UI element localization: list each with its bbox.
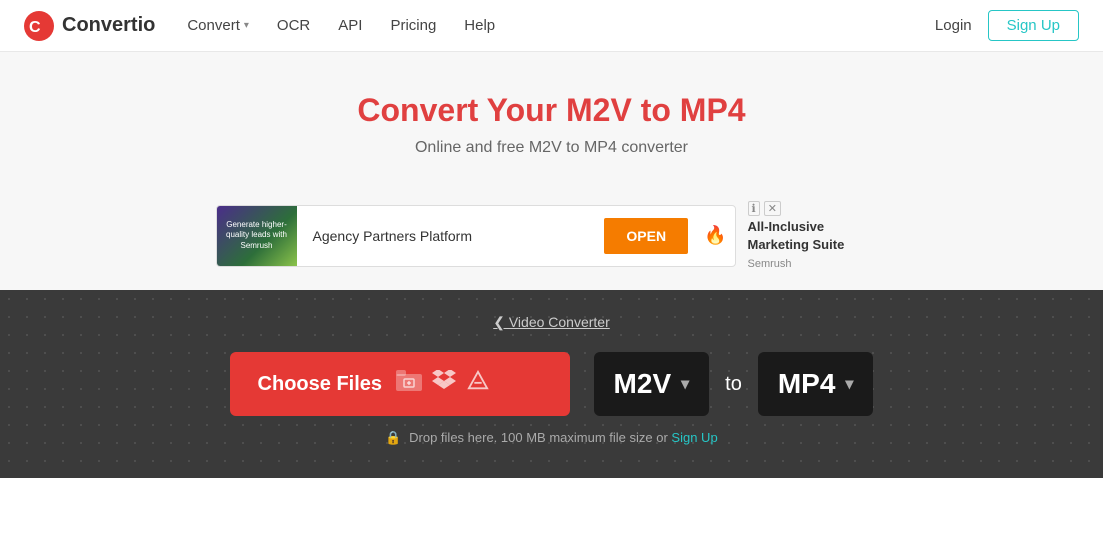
- ad-side-title: All-Inclusive Marketing Suite: [748, 218, 888, 254]
- video-converter-link[interactable]: ❮ Video Converter: [493, 314, 610, 330]
- ad-close-icon[interactable]: 🔥: [704, 225, 726, 246]
- header: C Convertio Convert ▾ OCR API Pricing He…: [0, 0, 1103, 52]
- nav-pricing[interactable]: Pricing: [390, 17, 436, 34]
- folder-icon: [396, 370, 422, 398]
- signup-hint-link[interactable]: Sign Up: [671, 430, 717, 445]
- converter-controls: Choose Files: [0, 352, 1103, 416]
- from-format-chevron-icon: ▾: [681, 374, 689, 394]
- login-button[interactable]: Login: [935, 17, 972, 34]
- dropbox-icon: [432, 370, 456, 398]
- breadcrumb: ❮ Video Converter: [0, 314, 1103, 332]
- ad-card: Generate higher-quality leads with Semru…: [216, 205, 736, 267]
- header-actions: Login Sign Up: [935, 10, 1079, 41]
- google-drive-icon: [466, 370, 490, 398]
- from-format-label: M2V: [614, 368, 672, 400]
- converter-section: ❮ Video Converter Choose Files: [0, 290, 1103, 478]
- to-format-chevron-icon: ▾: [845, 374, 853, 394]
- nav-convert[interactable]: Convert ▾: [187, 17, 249, 34]
- ad-side-brand: Semrush: [748, 258, 792, 270]
- drop-hint: 🔒 Drop files here. 100 MB maximum file s…: [0, 430, 1103, 446]
- choose-files-button[interactable]: Choose Files: [230, 352, 570, 416]
- ad-open-button[interactable]: OPEN: [604, 218, 688, 254]
- logo[interactable]: C Convertio: [24, 11, 155, 41]
- ad-partner-text: Agency Partners Platform: [297, 228, 605, 244]
- nav-api[interactable]: API: [338, 17, 362, 34]
- lock-icon: 🔒: [385, 430, 401, 445]
- hero-subtitle: Online and free M2V to MP4 converter: [20, 139, 1083, 157]
- ad-image: Generate higher-quality leads with Semru…: [217, 206, 297, 266]
- to-format-label: MP4: [778, 368, 836, 400]
- ad-side-info: ℹ ✕ All-Inclusive Marketing Suite Semrus…: [748, 201, 888, 270]
- upload-icons: [396, 370, 490, 398]
- main-nav: Convert ▾ OCR API Pricing Help: [187, 17, 935, 34]
- from-format-select[interactable]: M2V ▾: [594, 352, 710, 416]
- ad-info-button[interactable]: ℹ: [748, 201, 760, 216]
- logo-icon: C: [24, 11, 54, 41]
- ad-info-icons: ℹ ✕: [748, 201, 781, 216]
- hero-title: Convert Your M2V to MP4: [20, 92, 1083, 129]
- format-group: M2V ▾ to MP4 ▾: [594, 352, 874, 416]
- hero-section: Convert Your M2V to MP4 Online and free …: [0, 52, 1103, 201]
- nav-help[interactable]: Help: [464, 17, 495, 34]
- signup-button[interactable]: Sign Up: [988, 10, 1079, 41]
- convert-chevron-icon: ▾: [244, 20, 249, 31]
- ad-area: Generate higher-quality leads with Semru…: [0, 201, 1103, 290]
- logo-text: Convertio: [62, 14, 155, 37]
- drop-hint-text: Drop files here. 100 MB maximum file siz…: [409, 430, 668, 445]
- to-format-select[interactable]: MP4 ▾: [758, 352, 874, 416]
- svg-text:C: C: [29, 19, 41, 36]
- nav-ocr[interactable]: OCR: [277, 17, 310, 34]
- ad-close-small-icon[interactable]: ✕: [764, 201, 781, 216]
- to-label: to: [725, 373, 742, 396]
- choose-files-label: Choose Files: [258, 373, 382, 396]
